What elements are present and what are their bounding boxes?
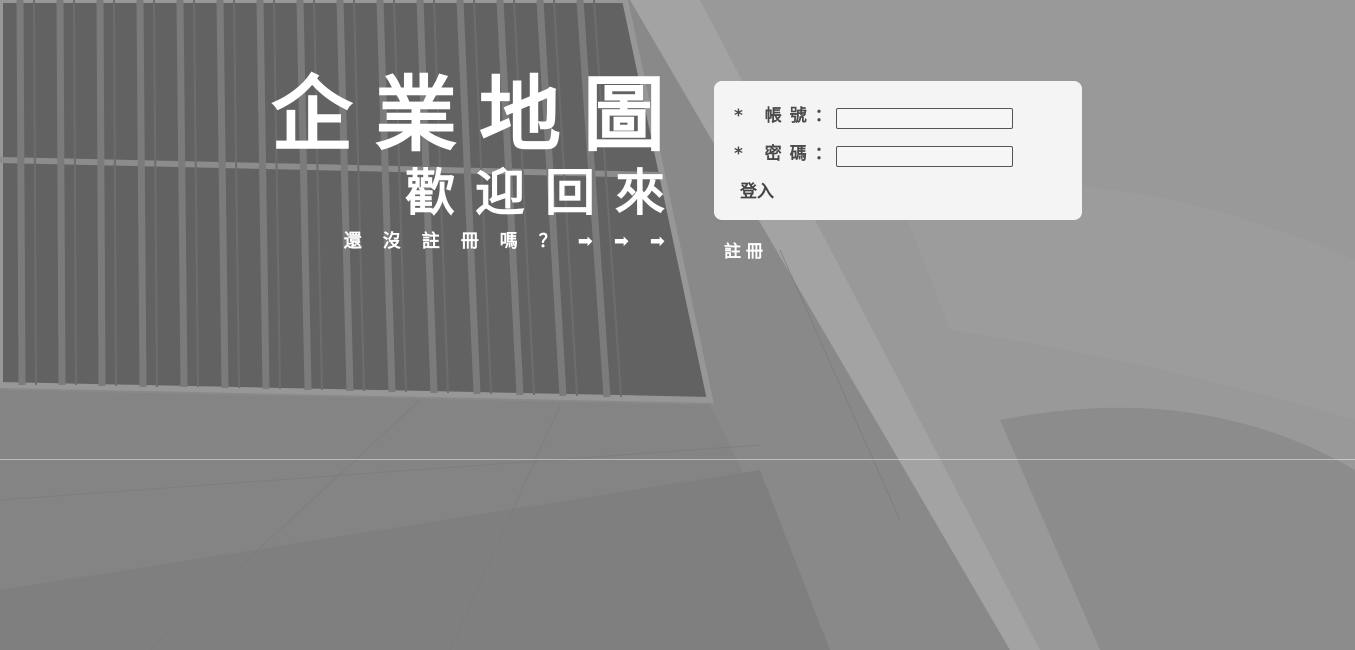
password-input[interactable]	[836, 146, 1013, 167]
horizontal-divider	[0, 459, 1355, 460]
account-label: * 帳號：	[734, 106, 840, 126]
password-row: * 密碼：	[734, 143, 1074, 169]
account-input[interactable]	[836, 108, 1013, 129]
page-title: 企業地圖	[270, 68, 687, 163]
account-row: * 帳號：	[734, 105, 1074, 131]
hero-section: 企業地圖 歡迎回來 還沒註冊嗎？➡➡➡	[0, 0, 665, 270]
welcome-subtitle: 歡迎回來	[405, 164, 685, 222]
login-page: 企業地圖 歡迎回來 還沒註冊嗎？➡➡➡ * 帳號： * 密碼： 登入 註冊	[0, 0, 1355, 650]
login-button[interactable]: 登入	[734, 179, 780, 205]
password-label: * 密碼：	[734, 144, 840, 164]
register-link[interactable]: 註冊	[724, 240, 768, 264]
register-prompt: 還沒註冊嗎？➡➡➡	[343, 231, 686, 252]
login-form: * 帳號： * 密碼： 登入	[714, 81, 1082, 220]
